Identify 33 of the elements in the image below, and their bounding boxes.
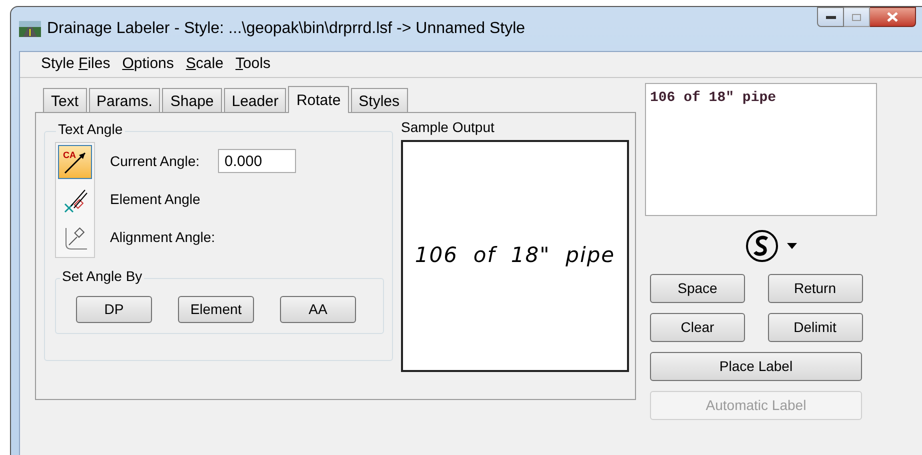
minimize-button[interactable] — [817, 7, 844, 27]
button[interactable]: Return — [768, 274, 862, 303]
sample-output-text: 106 of 18" pipe — [414, 242, 616, 270]
button[interactable]: Delimit — [768, 313, 862, 342]
menu-item[interactable]: Scale — [184, 53, 224, 76]
symbol-s-icon[interactable] — [745, 229, 779, 263]
window-title: Drainage Labeler - Style: ...\geopak\bin\drprrd.lsf -> Unnamed Style — [47, 19, 526, 39]
angle-label: Current Angle: — [110, 152, 200, 171]
menu-item[interactable]: Tools — [234, 53, 272, 76]
close-icon — [887, 12, 898, 22]
menu-item[interactable]: Style Files — [40, 53, 112, 76]
angle-input[interactable]: 0.000 — [218, 149, 296, 173]
tab[interactable]: Styles — [350, 88, 408, 112]
close-button[interactable] — [870, 7, 916, 27]
button[interactable]: Space — [650, 274, 745, 303]
label-text-area[interactable]: 106 of 18" pipe — [645, 83, 877, 216]
dropdown-caret-icon[interactable] — [787, 243, 797, 249]
tab[interactable]: Text — [43, 88, 87, 112]
button[interactable]: Clear — [650, 313, 745, 342]
road-icon — [19, 21, 41, 37]
tab[interactable]: Leader — [224, 88, 286, 112]
angle-label: Alignment Angle: — [110, 228, 216, 247]
sample-output-title: Sample Output — [401, 118, 496, 137]
button[interactable]: AA — [280, 296, 356, 322]
button[interactable]: Element — [178, 296, 254, 322]
tab[interactable]: Shape — [162, 88, 222, 112]
button[interactable]: Place Label — [650, 352, 862, 381]
menu-item[interactable]: Options — [121, 53, 175, 76]
tab[interactable]: Rotate — [288, 86, 349, 113]
angle-label: Element Angle — [110, 190, 200, 209]
tab[interactable]: Params. — [88, 88, 160, 112]
current-angle-icon[interactable]: CA — [58, 145, 92, 179]
button[interactable]: DP — [76, 296, 152, 322]
